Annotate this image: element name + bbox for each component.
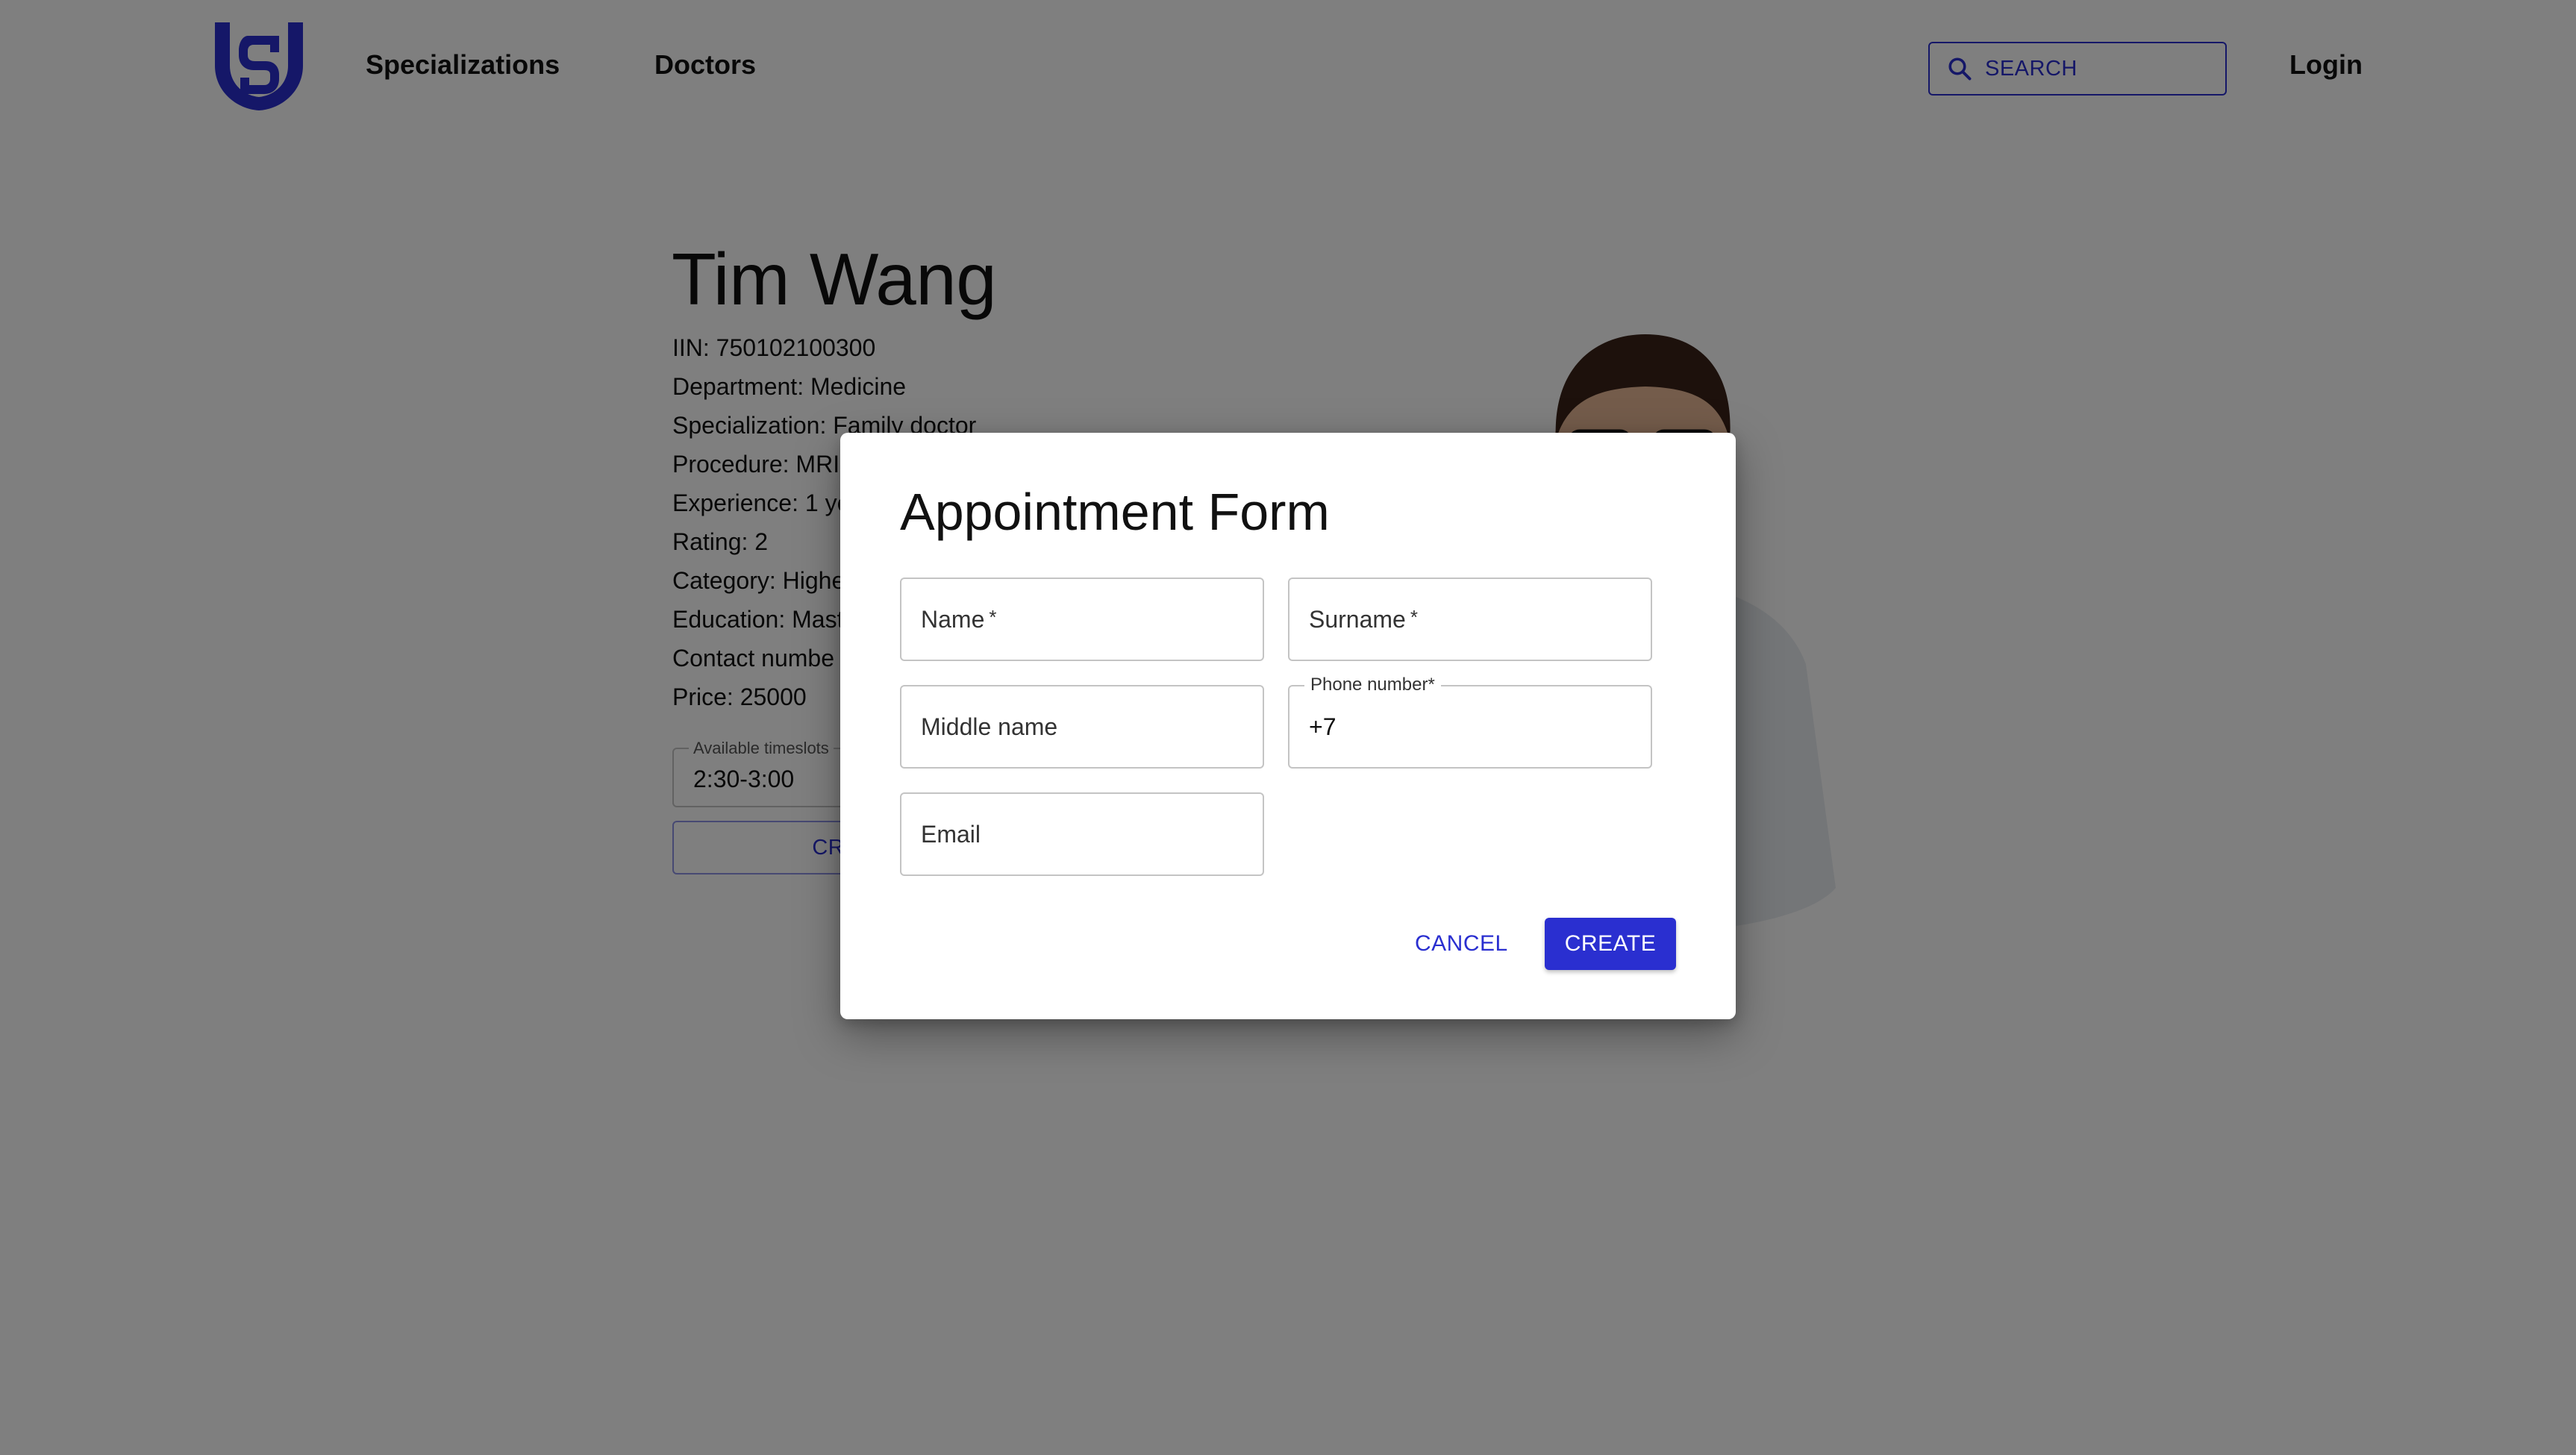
name-field[interactable]: Name * — [900, 578, 1264, 661]
phone-number-field[interactable]: Phone number* +7 — [1288, 675, 1652, 769]
appointment-form-dialog: Appointment Form Name * Surname * Middle n… — [840, 433, 1736, 1019]
email-field[interactable]: Email — [900, 792, 1264, 876]
middle-name-field-label: Middle name — [921, 713, 1058, 740]
surname-field-label: Surname * — [1309, 606, 1418, 633]
phone-number-value: +7 — [1309, 713, 1337, 740]
phone-number-label: Phone number* — [1304, 675, 1441, 695]
create-button[interactable]: CREATE — [1545, 918, 1676, 970]
email-field-label: Email — [921, 821, 981, 848]
doctor-profile-page: Specializations Doctors Login Tim Wang I… — [0, 0, 2576, 1455]
middle-name-field[interactable]: Middle name — [900, 685, 1264, 769]
surname-field[interactable]: Surname * — [1288, 578, 1652, 661]
cancel-button[interactable]: CANCEL — [1398, 918, 1525, 970]
name-field-label: Name * — [921, 606, 997, 633]
dialog-title: Appointment Form — [900, 483, 1330, 541]
